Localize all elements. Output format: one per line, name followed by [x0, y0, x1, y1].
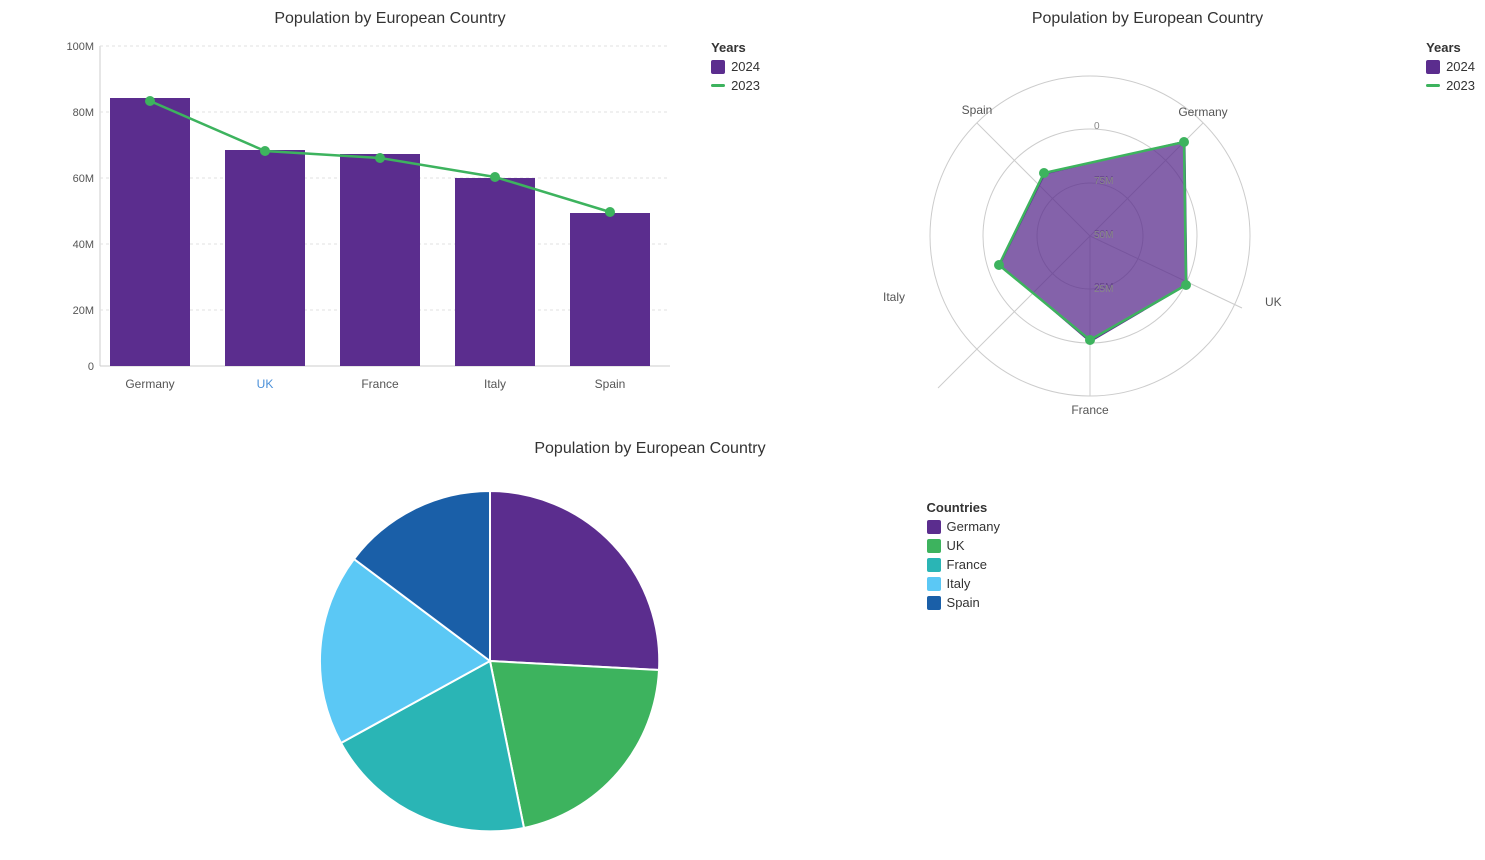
svg-text:0: 0	[88, 361, 94, 373]
pie-chart-title: Population by European Country	[300, 440, 1000, 458]
pie-legend-france: France	[927, 557, 1000, 572]
dot-italy-2023	[490, 172, 500, 182]
radar-svg: 75M 50M 25M 0 Germany UK France Italy Sp…	[810, 36, 1370, 426]
swatch-2024	[711, 60, 725, 74]
pie-legend-italy: Italy	[927, 576, 1000, 591]
radar-dot-uk	[1181, 280, 1191, 290]
radar-legend-title: Years	[1426, 40, 1475, 55]
svg-text:Italy: Italy	[484, 377, 506, 391]
radar-chart-legend: Years 2024 2023	[1426, 40, 1475, 97]
svg-text:60M: 60M	[73, 173, 94, 185]
radar-line-swatch-2023	[1426, 84, 1440, 87]
svg-text:France: France	[361, 377, 399, 391]
pie-legend-germany: Germany	[927, 519, 1000, 534]
bar-spain-2024	[570, 213, 650, 366]
pie-legend-title: Countries	[927, 500, 1000, 515]
pie-svg	[260, 466, 880, 836]
bar-germany-2024	[110, 98, 190, 366]
pie-swatch-uk	[927, 539, 941, 553]
line-swatch-2023	[711, 84, 725, 87]
pie-swatch-spain	[927, 596, 941, 610]
radar-chart-title: Population by European Country	[810, 10, 1485, 28]
dot-germany-2023	[145, 96, 155, 106]
pie-segment-germany	[490, 491, 659, 670]
svg-text:Spain: Spain	[595, 377, 626, 391]
svg-text:UK: UK	[257, 377, 274, 391]
radar-label-uk: UK	[1265, 295, 1282, 309]
radar-legend-2023: 2023	[1426, 78, 1475, 93]
pie-chart: Population by European Country	[200, 440, 1000, 850]
dot-france-2023	[375, 153, 385, 163]
radar-swatch-2024	[1426, 60, 1440, 74]
dot-uk-2023	[260, 146, 270, 156]
ring-label-50m: 50M	[1094, 230, 1113, 241]
radar-label-germany: Germany	[1178, 105, 1227, 119]
pie-swatch-france	[927, 558, 941, 572]
ring-label-25m: 25M	[1094, 284, 1113, 295]
pie-swatch-italy	[927, 577, 941, 591]
svg-text:Germany: Germany	[125, 377, 174, 391]
pie-legend-spain: Spain	[927, 595, 1000, 610]
radar-dot-spain	[1039, 168, 1049, 178]
ring-label-75m: 75M	[1094, 176, 1113, 187]
pie-legend-uk: UK	[927, 538, 1000, 553]
bar-france-2024	[340, 154, 420, 366]
radar-dot-france	[1085, 335, 1095, 345]
svg-text:20M: 20M	[73, 305, 94, 317]
svg-text:40M: 40M	[73, 239, 94, 251]
radar-dot-italy	[994, 260, 1004, 270]
radar-legend-2024: 2024	[1426, 59, 1475, 74]
radar-label-france: France	[1071, 403, 1109, 417]
svg-text:80M: 80M	[73, 107, 94, 119]
radar-label-italy: Italy	[883, 290, 905, 304]
pie-chart-legend: Countries Germany UK France Italy Spain	[927, 500, 1000, 614]
pie-swatch-germany	[927, 520, 941, 534]
radar-polygon-2024	[1000, 141, 1187, 342]
radar-label-spain: Spain	[962, 103, 993, 117]
bar-uk-2024	[225, 150, 305, 366]
radar-dot-germany	[1179, 137, 1189, 147]
bar-chart: Population by European Country 100M 80M …	[20, 10, 760, 430]
radar-chart: Population by European Country 75M 50M 2…	[750, 10, 1485, 430]
dot-spain-2023	[605, 207, 615, 217]
svg-text:100M: 100M	[66, 41, 94, 53]
bar-italy-2024	[455, 178, 535, 366]
bar-chart-title: Population by European Country	[20, 10, 760, 28]
svg-text:0: 0	[1094, 121, 1100, 132]
